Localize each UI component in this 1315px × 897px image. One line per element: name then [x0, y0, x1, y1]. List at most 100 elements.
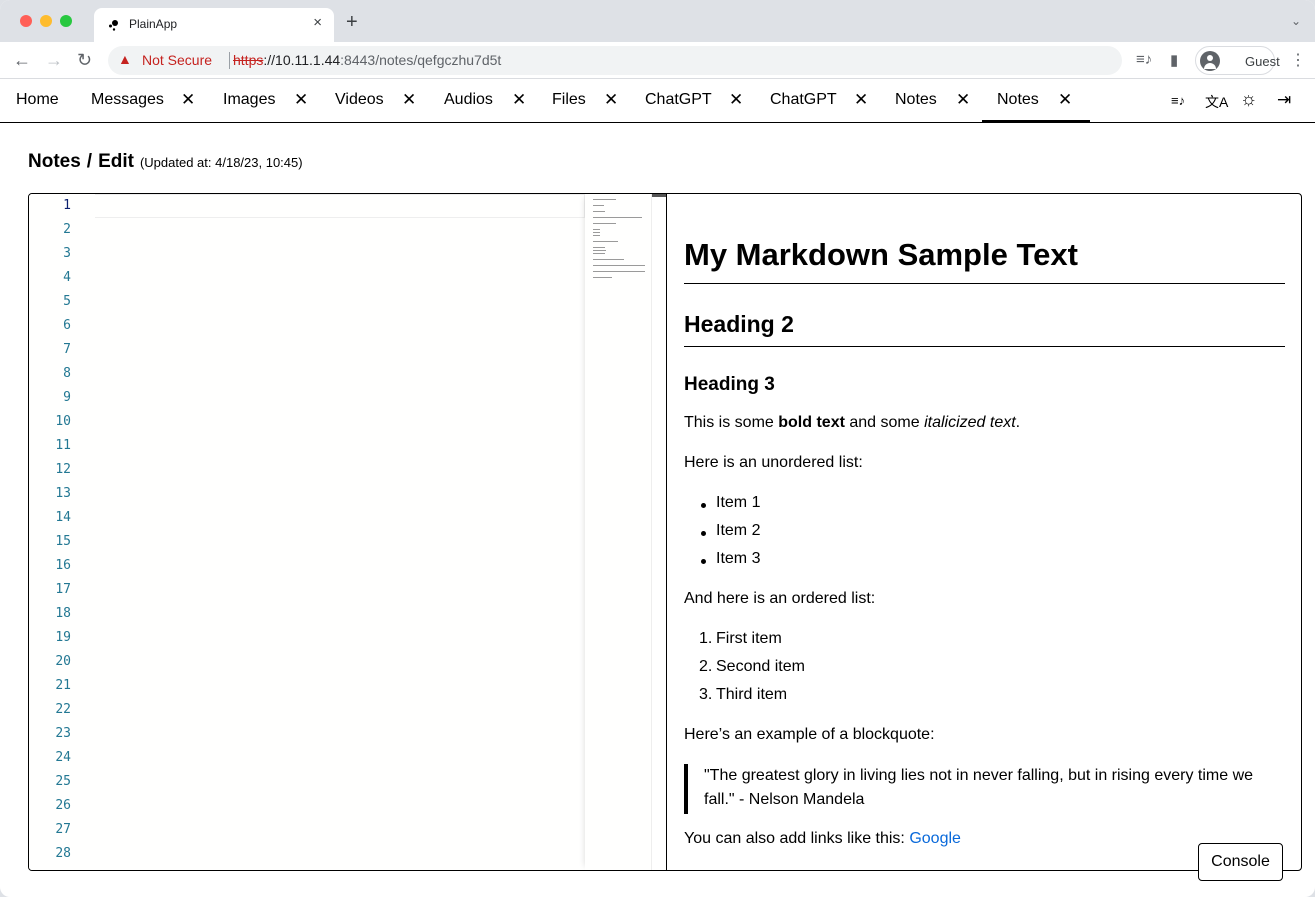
- line-number: 16: [55, 558, 71, 573]
- line-number: 22: [55, 702, 71, 717]
- close-tab-icon[interactable]: ✕: [604, 90, 618, 110]
- ordered-list-number: 3.: [699, 686, 713, 703]
- line-number: 3: [63, 246, 71, 261]
- url-text[interactable]: https://10.11.1.44:8443/notes/qefgczhu7d…: [233, 52, 501, 68]
- ordered-list-number: 2.: [699, 658, 713, 675]
- scrollbar-thumb[interactable]: [652, 194, 666, 197]
- playlist-icon[interactable]: ≡♪: [1171, 93, 1185, 108]
- close-tab-icon[interactable]: ×: [313, 14, 322, 31]
- close-tab-icon[interactable]: ✕: [294, 90, 308, 110]
- minimap-line: [593, 217, 642, 218]
- markdown-editor[interactable]: 1 2 3 4 5 6 7 8 9 10 11 12 13 14 15 16 17 18 19 20 21 22 23 24 2…: [29, 194, 667, 870]
- preview-paragraph-ol-intro: And here is an ordered list:: [684, 590, 876, 607]
- line-number: 25: [55, 774, 71, 789]
- app-tab-label: Notes: [895, 91, 937, 108]
- breadcrumb-notes[interactable]: Notes: [28, 151, 81, 172]
- minimize-window-button[interactable]: [40, 15, 52, 27]
- line-number: 10: [55, 414, 71, 429]
- editor-preview-panel: 1 2 3 4 5 6 7 8 9 10 11 12 13 14 15 16 17 18 19 20 21 22 23 24 2…: [28, 193, 1302, 871]
- tab-search-chevron-icon[interactable]: ⌄: [1291, 14, 1301, 28]
- minimap-line: [593, 277, 612, 278]
- bullet-icon: [701, 559, 706, 564]
- close-tab-icon[interactable]: ✕: [1058, 90, 1072, 110]
- editor-minimap[interactable]: [585, 194, 651, 870]
- markdown-preview: My Markdown Sample Text Heading 2 Headin…: [668, 194, 1301, 870]
- close-tab-icon[interactable]: ✕: [512, 90, 526, 110]
- minimap-line: [593, 211, 605, 212]
- reload-icon[interactable]: ↻: [77, 49, 92, 71]
- minimap-line: [593, 250, 606, 251]
- google-link[interactable]: Google: [909, 830, 961, 847]
- editor-scrollbar[interactable]: [651, 194, 666, 870]
- maximize-window-button[interactable]: [60, 15, 72, 27]
- address-bar[interactable]: ▲ Not Secure https://10.11.1.44:8443/not…: [108, 46, 1122, 75]
- app-tab-label: ChatGPT: [645, 91, 712, 108]
- browser-tabstrip: PlainApp × + ⌄: [0, 0, 1315, 42]
- line-number: 7: [63, 342, 71, 357]
- translate-icon[interactable]: 文A: [1205, 92, 1228, 112]
- profile-button[interactable]: Guest: [1195, 46, 1280, 75]
- updated-at: (Updated at: 4/18/23, 10:45): [139, 155, 303, 170]
- media-control-icon[interactable]: ≡♪: [1136, 51, 1152, 68]
- minimap-line: [593, 229, 601, 230]
- side-panel-icon[interactable]: ▮: [1170, 51, 1178, 69]
- current-line-highlight: [95, 194, 585, 218]
- app-tab-label: Videos: [335, 91, 384, 108]
- theme-toggle-icon[interactable]: ☼: [1240, 89, 1257, 111]
- plainapp-favicon-icon: [109, 20, 118, 31]
- close-tab-icon[interactable]: ✕: [181, 90, 195, 110]
- unordered-list-item: Item 1: [716, 494, 761, 511]
- text-run: This is some: [684, 414, 779, 431]
- app-tab-label: Images: [223, 91, 276, 108]
- close-tab-icon[interactable]: ✕: [854, 90, 868, 110]
- address-separator: [229, 52, 230, 69]
- security-status[interactable]: Not Secure: [142, 52, 212, 68]
- ordered-list-item: Second item: [716, 658, 805, 675]
- logout-icon[interactable]: ⇥: [1277, 90, 1291, 110]
- preview-blockquote: "The greatest glory in living lies not i…: [684, 764, 1285, 814]
- console-button[interactable]: Console: [1198, 843, 1283, 881]
- ordered-list-number: 1.: [699, 630, 713, 647]
- back-arrow-icon[interactable]: ←: [13, 49, 31, 71]
- app-tab-bar: Home Messages ✕ Images ✕ Videos ✕ Audios ✕ F…: [0, 80, 1315, 123]
- unordered-list-item: Item 2: [716, 522, 761, 539]
- avatar-icon: [1200, 51, 1220, 71]
- close-tab-icon[interactable]: ✕: [956, 90, 970, 110]
- ordered-list-item: First item: [716, 630, 782, 647]
- minimap-line: [593, 253, 605, 254]
- line-number: 27: [55, 822, 71, 837]
- line-number: 15: [55, 534, 71, 549]
- italic-text: italicized text: [924, 414, 1016, 431]
- minimap-line: [593, 259, 624, 260]
- app-tab-notes-2[interactable]: Notes ✕: [982, 80, 1090, 123]
- line-number: 11: [55, 438, 71, 453]
- browser-tab-plainapp[interactable]: PlainApp ×: [94, 8, 334, 42]
- line-number: 14: [55, 510, 71, 525]
- app-tab-label: ChatGPT: [770, 91, 837, 108]
- app-tab-label: Messages: [91, 91, 164, 108]
- minimap-line: [593, 232, 601, 233]
- close-window-button[interactable]: [20, 15, 32, 27]
- browser-tab-title: PlainApp: [129, 17, 178, 31]
- browser-menu-icon[interactable]: ⋮: [1290, 50, 1306, 70]
- line-number: 5: [63, 294, 71, 309]
- url-path: :8443/notes/qefgczhu7d5t: [340, 52, 502, 68]
- text-run: and some: [844, 414, 925, 431]
- close-tab-icon[interactable]: ✕: [729, 90, 743, 110]
- ordered-list-item: Third item: [716, 686, 788, 703]
- app-tab-label: Audios: [444, 91, 493, 108]
- preview-heading-2: Heading 2: [684, 311, 1285, 347]
- line-number: 2: [63, 222, 71, 237]
- browser-window: PlainApp × + ⌄ ← → ↻ ▲ Not Secure https:…: [0, 0, 1315, 897]
- line-number: 6: [63, 318, 71, 333]
- preview-heading-1: My Markdown Sample Text: [684, 237, 1285, 284]
- url-scheme: https: [233, 52, 264, 68]
- new-tab-button[interactable]: +: [346, 12, 358, 32]
- breadcrumb-edit: Edit: [98, 151, 134, 172]
- close-tab-icon[interactable]: ✕: [402, 90, 416, 110]
- bullet-icon: [701, 503, 706, 508]
- line-number: 17: [55, 582, 71, 597]
- line-number: 9: [63, 390, 71, 405]
- forward-arrow-icon[interactable]: →: [45, 49, 63, 71]
- line-number: 19: [55, 630, 71, 645]
